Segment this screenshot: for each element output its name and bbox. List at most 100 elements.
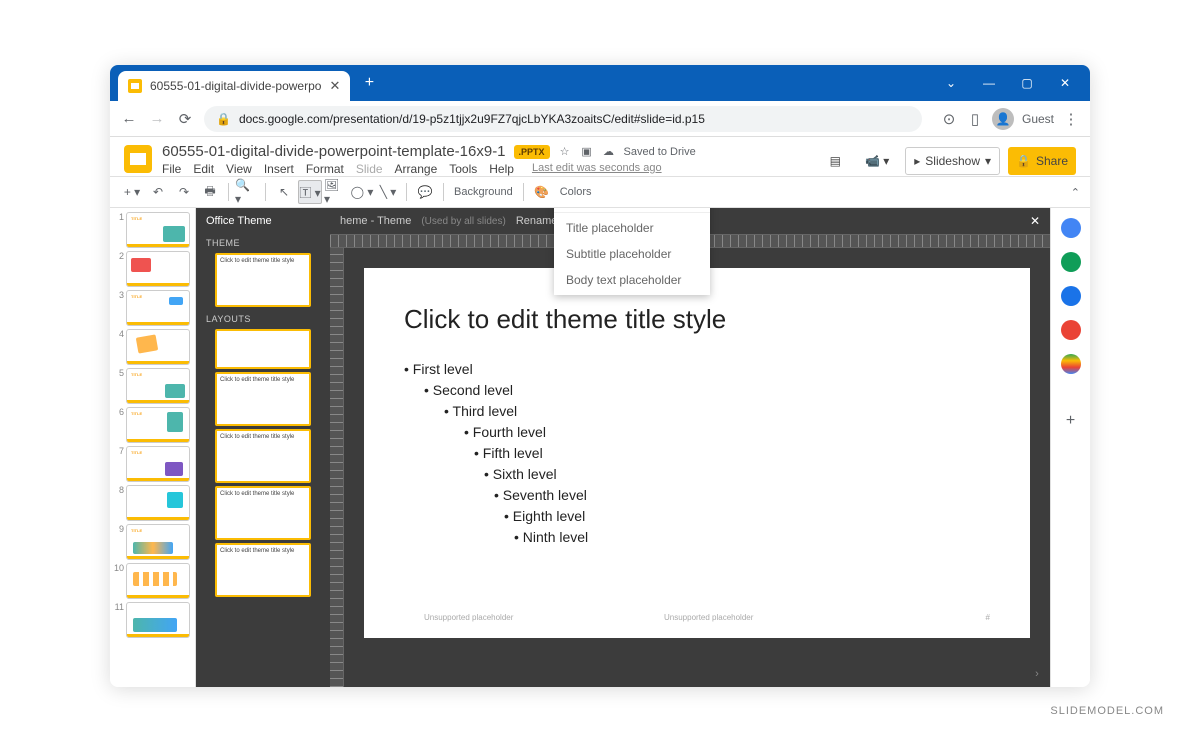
undo-button[interactable]: ↶ (146, 180, 170, 204)
slide-thumb-3[interactable]: TITLE (126, 290, 190, 326)
share-button[interactable]: 🔒 Share (1008, 147, 1076, 175)
thumb-num: 1 (112, 212, 124, 222)
slide-thumb-6[interactable]: TITLE (126, 407, 190, 443)
browser-tab[interactable]: 60555-01-digital-divide-powerpo ✕ (118, 71, 350, 101)
keep-notes-icon[interactable] (1061, 252, 1081, 272)
menu-arrange[interactable]: Arrange (395, 162, 438, 176)
browser-menu-icon[interactable]: ⋮ (1062, 110, 1080, 128)
chevron-down-icon[interactable]: ⌄ (934, 70, 968, 96)
shape-tool[interactable]: ◯ ▾ (350, 180, 374, 204)
palette-icon[interactable]: 🎨 (530, 180, 554, 204)
slide-body-placeholder[interactable]: First level Second level Third level Fou… (404, 359, 990, 548)
move-icon[interactable]: ▣ (580, 145, 594, 159)
textbox-dropdown: 🅃 Text box Title placeholder Subtitle pl… (554, 208, 710, 295)
menu-edit[interactable]: Edit (193, 162, 214, 176)
comment-tool[interactable]: 💬 (413, 180, 437, 204)
slide-thumb-8[interactable] (126, 485, 190, 521)
select-tool[interactable]: ↖ (272, 180, 296, 204)
zoom-button[interactable]: 🔍 ▾ (235, 180, 259, 204)
doc-title[interactable]: 60555-01-digital-divide-powerpoint-templ… (162, 143, 506, 160)
slide-thumb-2[interactable] (126, 251, 190, 287)
maps-icon[interactable] (1061, 354, 1081, 374)
back-button[interactable]: ← (120, 110, 138, 128)
line-tool[interactable]: ╲ ▾ (376, 180, 400, 204)
menu-tools[interactable]: Tools (449, 162, 477, 176)
new-tab-button[interactable]: + (356, 70, 382, 96)
expand-chevron[interactable]: › (1028, 665, 1046, 683)
slide-thumb-9[interactable]: TITLE (126, 524, 190, 560)
layout-thumb[interactable] (215, 329, 311, 369)
close-tab-icon[interactable]: ✕ (329, 78, 340, 94)
slide-thumb-10[interactable] (126, 563, 190, 599)
side-panel: + (1050, 208, 1090, 687)
new-slide-button[interactable]: + ▾ (120, 180, 144, 204)
slide-thumb-11[interactable] (126, 602, 190, 638)
theme-panel-title: Office Theme (196, 208, 330, 234)
forward-button[interactable]: → (148, 110, 166, 128)
contacts-icon[interactable] (1061, 320, 1081, 340)
slide-thumb-7[interactable]: TITLE (126, 446, 190, 482)
close-theme-editor[interactable]: ✕ (1030, 214, 1040, 228)
slide-thumb-1[interactable]: TITLE (126, 212, 190, 248)
pptx-badge: .PPTX (514, 145, 550, 159)
slides-logo-icon[interactable] (124, 145, 152, 173)
slideshow-button[interactable]: ▸ Slideshow ▾ (905, 147, 1000, 175)
rename-button[interactable]: Rename (516, 215, 558, 227)
meet-button[interactable]: 📹 ▾ (857, 147, 897, 175)
window-controls: ⌄ — ▢ ✕ (934, 70, 1082, 96)
menu-insert[interactable]: Insert (264, 162, 294, 176)
dropdown-item-body[interactable]: Body text placeholder (554, 267, 710, 293)
slide-master[interactable]: Click to edit theme title style First le… (364, 268, 1030, 638)
window-titlebar: 60555-01-digital-divide-powerpo ✕ + ⌄ — … (110, 65, 1090, 101)
add-addon-button[interactable]: + (1066, 412, 1075, 430)
comments-button[interactable]: ▤ (822, 147, 849, 175)
menu-file[interactable]: File (162, 162, 181, 176)
dropdown-item-subtitle[interactable]: Subtitle placeholder (554, 241, 710, 267)
slide-thumb-4[interactable] (126, 329, 190, 365)
dropdown-item-textbox[interactable]: 🅃 Text box (554, 208, 710, 210)
slide-canvas[interactable]: Click to edit theme title style First le… (344, 248, 1050, 687)
background-button[interactable]: Background (450, 186, 517, 198)
menu-view[interactable]: View (226, 162, 252, 176)
last-edit-label[interactable]: Last edit was seconds ago (532, 162, 662, 176)
star-icon[interactable]: ☆ (558, 145, 572, 159)
reading-icon[interactable]: ▯ (966, 110, 984, 128)
unsupported-placeholder: Unsupported placeholder (424, 613, 513, 622)
search-icon[interactable]: ⊙ (940, 110, 958, 128)
close-window-button[interactable]: ✕ (1048, 70, 1082, 96)
redo-button[interactable]: ↷ (172, 180, 196, 204)
user-avatar[interactable]: 👤 (992, 108, 1014, 130)
dropdown-item-title[interactable]: Title placeholder (554, 215, 710, 241)
layout-thumb[interactable]: Click to edit theme title style (215, 429, 311, 483)
vertical-ruler (330, 248, 344, 687)
layout-thumb[interactable]: Click to edit theme title style (215, 486, 311, 540)
url-input[interactable]: 🔒 docs.google.com/presentation/d/19-p5z1… (204, 106, 922, 132)
slide-thumb-5[interactable]: TITLE (126, 368, 190, 404)
colors-button[interactable]: Colors (556, 186, 596, 198)
canvas-area: heme - Theme (Used by all slides) Rename… (330, 208, 1050, 687)
menu-slide[interactable]: Slide (356, 162, 383, 176)
menu-format[interactable]: Format (306, 162, 344, 176)
image-tool[interactable]: 🖼 ▾ (324, 180, 348, 204)
page-number-placeholder: # (986, 613, 990, 622)
watermark: SLIDEMODEL.COM (1050, 705, 1164, 717)
minimize-button[interactable]: — (972, 70, 1006, 96)
reload-button[interactable]: ⟳ (176, 110, 194, 128)
calendar-icon[interactable] (1061, 218, 1081, 238)
url-text: docs.google.com/presentation/d/19-p5z1tj… (239, 112, 705, 126)
workspace: 1TITLE 2 3TITLE 4 5TITLE 6TITLE 7TITLE 8… (110, 208, 1090, 687)
slide-title-placeholder[interactable]: Click to edit theme title style (404, 304, 990, 335)
maximize-button[interactable]: ▢ (1010, 70, 1044, 96)
layout-thumb[interactable]: Click to edit theme title style (215, 543, 311, 597)
print-button[interactable]: 🖶 (198, 180, 222, 204)
tasks-icon[interactable] (1061, 286, 1081, 306)
textbox-tool[interactable]: 🅃 ▾ (298, 180, 322, 204)
address-bar: ← → ⟳ 🔒 docs.google.com/presentation/d/1… (110, 101, 1090, 137)
toolbar: + ▾ ↶ ↷ 🖶 🔍 ▾ ↖ 🅃 ▾ 🖼 ▾ ◯ ▾ ╲ ▾ 💬 Backgr… (110, 176, 1090, 208)
collapse-toolbar[interactable]: ⌃ (1071, 186, 1080, 199)
slides-favicon (128, 79, 142, 93)
menu-help[interactable]: Help (489, 162, 514, 176)
theme-master-thumb[interactable]: Click to edit theme title style (215, 253, 311, 307)
layout-thumb[interactable]: Click to edit theme title style (215, 372, 311, 426)
slide-thumbnail-rail[interactable]: 1TITLE 2 3TITLE 4 5TITLE 6TITLE 7TITLE 8… (110, 208, 196, 687)
